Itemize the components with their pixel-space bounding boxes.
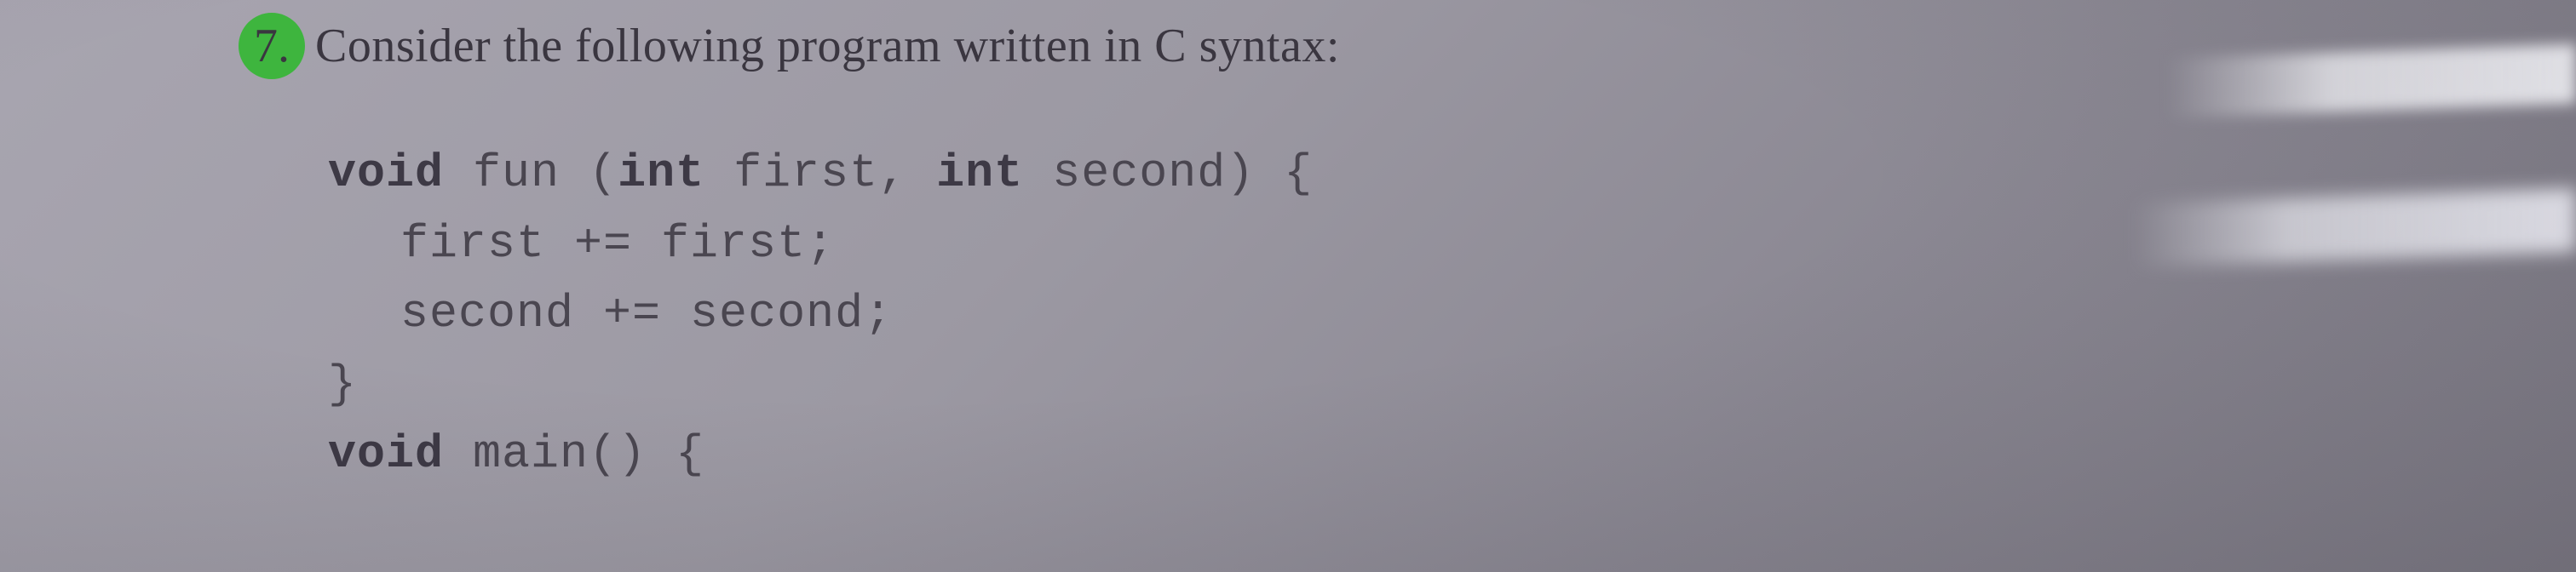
code-text: second) { [1023, 146, 1313, 200]
keyword-int: int [618, 146, 704, 200]
question-number-badge: 7. [239, 13, 305, 79]
code-line-5: void main() { [328, 420, 2576, 490]
code-line-3: second += second; [328, 279, 2576, 350]
code-text: fun ( [444, 146, 618, 200]
keyword-void: void [328, 427, 444, 481]
code-line-4: } [328, 350, 2576, 420]
code-text: first, [704, 146, 936, 200]
code-line-1: void fun (int first, int second) { [328, 139, 2576, 209]
code-block: void fun (int first, int second) { first… [239, 139, 2576, 490]
code-text: main() { [444, 427, 704, 481]
question-text: Consider the following program written i… [315, 19, 1340, 73]
keyword-int: int [936, 146, 1023, 200]
question-number: 7. [254, 19, 290, 73]
keyword-void: void [328, 146, 444, 200]
